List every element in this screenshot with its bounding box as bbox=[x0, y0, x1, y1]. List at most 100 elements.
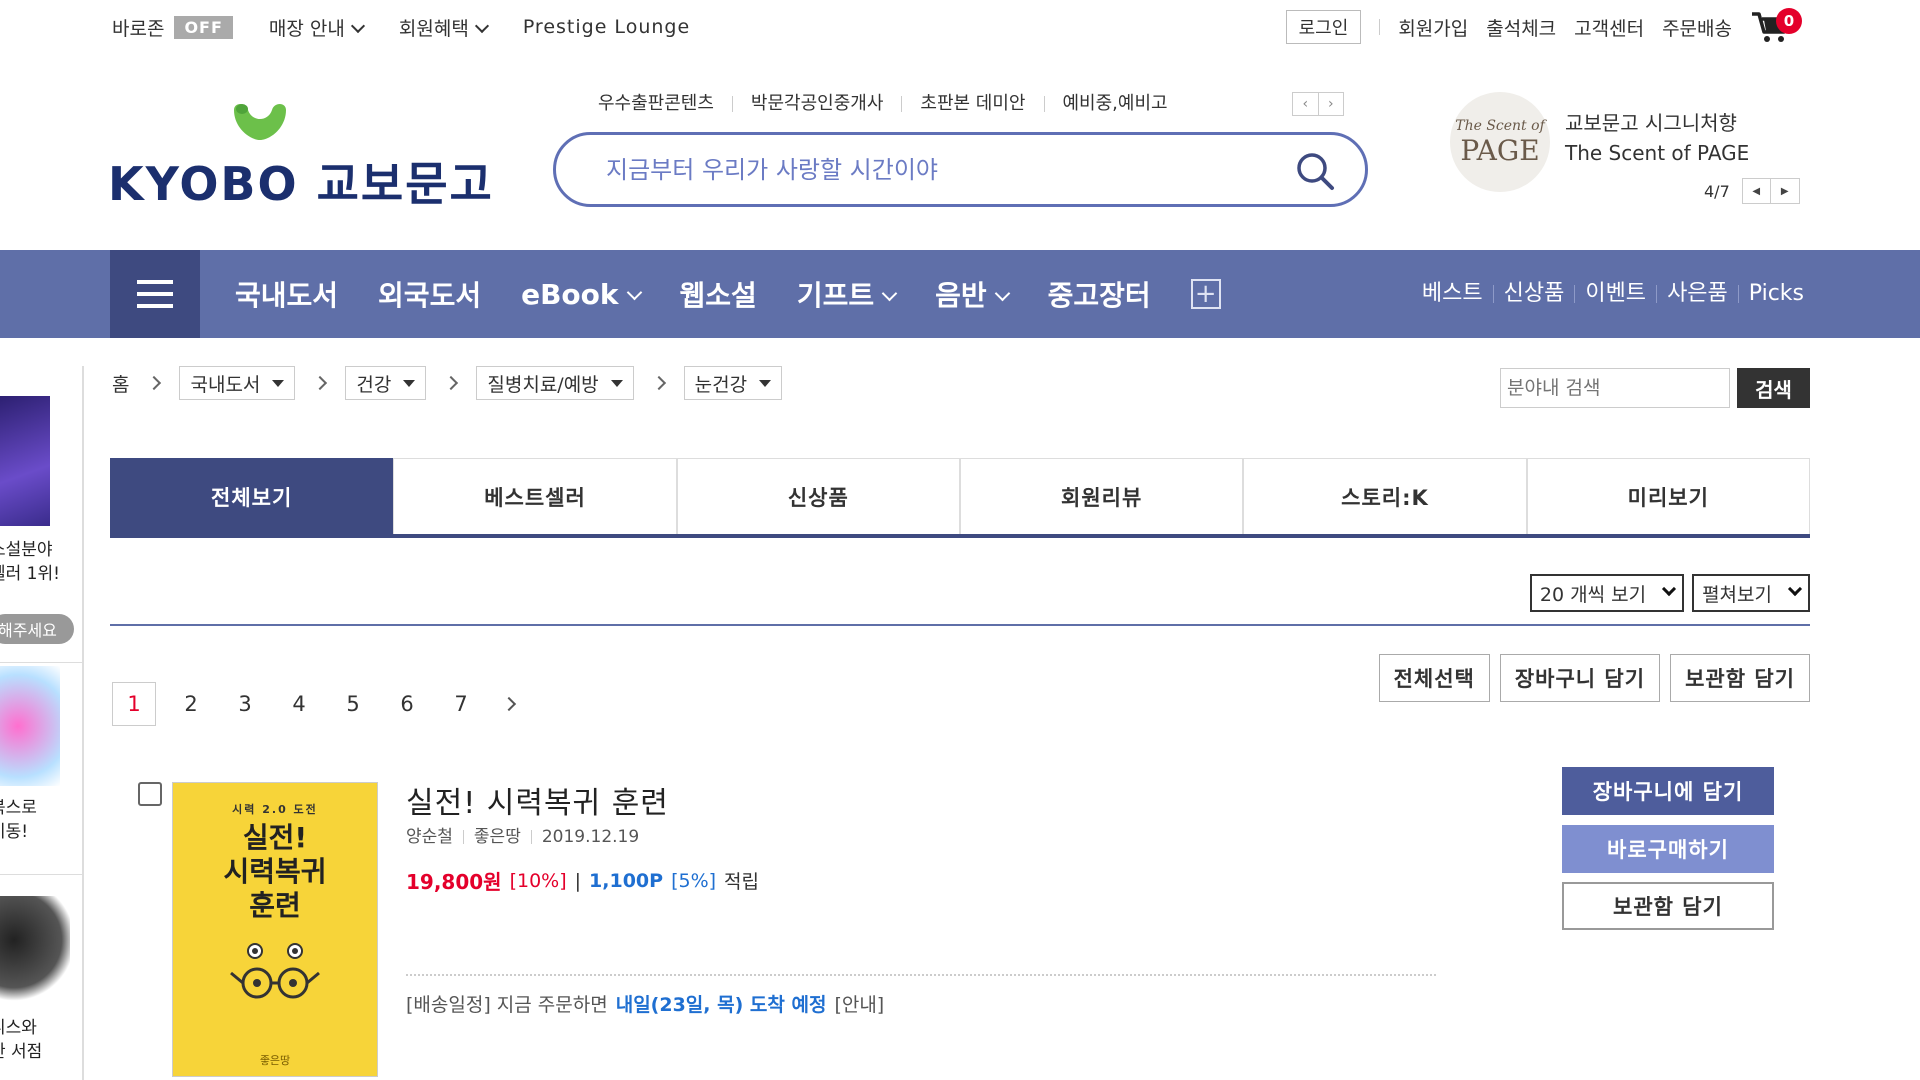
tab-story[interactable]: 스토리:K bbox=[1243, 458, 1527, 534]
tab-review[interactable]: 회원리뷰 bbox=[959, 458, 1244, 534]
breadcrumb-select-level2[interactable]: 건강 bbox=[345, 366, 427, 400]
page-link[interactable]: 6 bbox=[380, 682, 434, 726]
prestige-lounge-link[interactable]: Prestige Lounge bbox=[523, 16, 690, 38]
banner-image-tablet[interactable] bbox=[0, 896, 70, 1006]
delivery-guide-link[interactable]: [안내] bbox=[834, 990, 884, 1017]
plus-box-icon[interactable]: + bbox=[1190, 279, 1221, 309]
view-mode-select[interactable]: 펼쳐보기 bbox=[1692, 574, 1810, 612]
signup-link[interactable]: 회원가입 bbox=[1398, 14, 1468, 41]
add-to-keep-button[interactable]: 보관함 담기 bbox=[1562, 882, 1774, 930]
product-date: 2019.12.19 bbox=[541, 827, 640, 847]
product-author[interactable]: 양순철 bbox=[406, 829, 464, 846]
nav-sub-gifts[interactable]: 사은품 bbox=[1657, 283, 1739, 305]
sub-nav-items: 베스트 신상품 이벤트 사은품 Picks bbox=[1412, 250, 1804, 338]
select-all-button[interactable]: 전체선택 bbox=[1378, 654, 1490, 702]
nav-sub-best[interactable]: 베스트 bbox=[1412, 283, 1494, 305]
nav-item-ebook[interactable]: eBook bbox=[521, 278, 639, 311]
triangle-left-icon[interactable]: ◀ bbox=[1743, 179, 1771, 203]
breadcrumb-home[interactable]: 홈 bbox=[112, 370, 129, 397]
member-benefit-menu[interactable]: 회원혜택 bbox=[399, 14, 487, 41]
nav-item-foreign-books[interactable]: 외국도서 bbox=[378, 274, 481, 314]
product-publisher[interactable]: 좋은땅 bbox=[464, 829, 532, 846]
cart-button[interactable]: 0 bbox=[1750, 8, 1802, 44]
add-to-cart-bulk-button[interactable]: 장바구니 담기 bbox=[1499, 654, 1661, 702]
chevron-right-icon bbox=[147, 375, 162, 391]
view-options: 20 개씩 보기 펼쳐보기 bbox=[1529, 574, 1810, 612]
separator: | bbox=[574, 869, 582, 892]
chevron-right-icon[interactable]: › bbox=[1319, 93, 1344, 115]
chevron-left-icon[interactable]: ‹ bbox=[1293, 93, 1319, 115]
nav-item-domestic-books[interactable]: 국내도서 bbox=[235, 274, 338, 314]
buy-now-button[interactable]: 바로구매하기 bbox=[1562, 825, 1774, 873]
category-search-button[interactable]: 검색 bbox=[1737, 368, 1810, 408]
search-icon[interactable] bbox=[1295, 151, 1335, 191]
product-cover-image[interactable]: 시력 2.0 도전 실전! 시력복귀 훈련 좋은땅 bbox=[172, 782, 378, 1077]
nav-item-gift[interactable]: 기프트 bbox=[797, 274, 895, 314]
hot-links: 우수출판콘텐츠 박문각공인중개사 초판본 데미안 예비중,예비고 bbox=[598, 90, 1186, 118]
tab-bestseller[interactable]: 베스트셀러 bbox=[393, 458, 677, 534]
divider bbox=[1379, 19, 1381, 35]
delivery-date: 내일(23일, 목) 도착 예정 bbox=[615, 994, 827, 1016]
product-checkbox[interactable] bbox=[138, 782, 162, 806]
category-search-input[interactable] bbox=[1500, 368, 1730, 408]
page-link[interactable]: 2 bbox=[164, 682, 218, 726]
hot-link[interactable]: 우수출판콘텐츠 bbox=[598, 95, 733, 113]
promo-title: 교보문고 시그니처향 bbox=[1565, 111, 1737, 135]
add-to-cart-button[interactable]: 장바구니에 담기 bbox=[1562, 767, 1774, 815]
hot-link[interactable]: 예비중,예비고 bbox=[1045, 95, 1186, 113]
barozone-toggle[interactable]: 바로존 OFF bbox=[112, 14, 233, 41]
tab-preview[interactable]: 미리보기 bbox=[1526, 458, 1810, 534]
attendance-link[interactable]: 출석체크 bbox=[1486, 14, 1556, 41]
breadcrumb-select-level3[interactable]: 질병치료/예방 bbox=[476, 366, 634, 400]
banner-image-book[interactable] bbox=[0, 396, 50, 526]
leaf-icon bbox=[234, 104, 286, 140]
customer-center-link[interactable]: 고객센터 bbox=[1574, 14, 1644, 41]
promo-page-indicator: 4/7 bbox=[1704, 181, 1730, 201]
login-button[interactable]: 로그인 bbox=[1285, 10, 1362, 44]
promo-circle-line2: PAGE bbox=[1460, 133, 1540, 167]
add-to-keep-bulk-button[interactable]: 보관함 담기 bbox=[1670, 654, 1810, 702]
top-utility-left: 바로존 OFF 매장 안내 회원혜택 Prestige Lounge bbox=[112, 10, 690, 44]
nav-item-used-market[interactable]: 중고장터 bbox=[1048, 274, 1151, 314]
banner-text-2[interactable]: 북스로 이동! bbox=[0, 796, 82, 844]
banner-text-3[interactable]: 니스와 한 서점 bbox=[0, 1016, 82, 1064]
kyobo-logo[interactable]: KYOBO 교보문고 bbox=[108, 100, 492, 211]
hot-link[interactable]: 초판본 데미안 bbox=[902, 95, 1045, 113]
promo-banner[interactable]: 교보문고 시그니처향 The Scent of PAGE bbox=[1565, 108, 1749, 168]
chevron-right-icon bbox=[651, 375, 666, 391]
hot-link[interactable]: 박문각공인중개사 bbox=[733, 95, 903, 113]
chevron-right-icon[interactable] bbox=[501, 696, 517, 712]
hamburger-menu-icon[interactable] bbox=[110, 250, 200, 338]
sale-price: 19,800원 bbox=[406, 870, 502, 894]
banner-image-gift[interactable] bbox=[0, 666, 60, 786]
nav-item-web-novel[interactable]: 웹소설 bbox=[680, 274, 757, 314]
nav-sub-new[interactable]: 신상품 bbox=[1494, 283, 1576, 305]
nav-sub-event[interactable]: 이벤트 bbox=[1575, 283, 1658, 305]
triangle-right-icon[interactable]: ▶ bbox=[1771, 179, 1799, 203]
divider bbox=[0, 662, 82, 663]
banner-pill-button[interactable]: 해주세요 bbox=[0, 614, 74, 644]
tab-all[interactable]: 전체보기 bbox=[110, 458, 394, 534]
breadcrumb-select-level1[interactable]: 국내도서 bbox=[179, 366, 296, 400]
list-actions: 전체선택 장바구니 담기 보관함 담기 bbox=[1378, 654, 1810, 702]
page-link[interactable]: 4 bbox=[272, 682, 326, 726]
tab-new[interactable]: 신상품 bbox=[676, 458, 960, 534]
reward-points: 1,100P bbox=[589, 869, 664, 892]
chevron-down-icon bbox=[1662, 581, 1677, 597]
banner-text-1[interactable]: 소설분야 셀러 1위! bbox=[0, 538, 82, 586]
per-page-select[interactable]: 20 개씩 보기 bbox=[1529, 574, 1685, 612]
page-current[interactable]: 1 bbox=[112, 682, 156, 726]
point-suffix: 적립 bbox=[724, 871, 760, 893]
order-delivery-link[interactable]: 주문배송 bbox=[1662, 14, 1732, 41]
nav-item-music[interactable]: 음반 bbox=[935, 274, 1008, 314]
left-floating-banners: 소설분야 셀러 1위! 해주세요 북스로 이동! 니스와 한 서점 bbox=[0, 366, 84, 1080]
page-link[interactable]: 7 bbox=[434, 682, 488, 726]
page-link[interactable]: 3 bbox=[218, 682, 272, 726]
breadcrumb-select-level4[interactable]: 눈건강 bbox=[683, 366, 783, 400]
main-search-input[interactable] bbox=[606, 151, 1246, 189]
nav-sub-picks[interactable]: Picks bbox=[1739, 283, 1804, 305]
page-link[interactable]: 5 bbox=[326, 682, 380, 726]
store-info-menu[interactable]: 매장 안내 bbox=[269, 14, 363, 41]
product-title[interactable]: 실전! 시력복귀 훈련 bbox=[406, 778, 669, 822]
scent-of-page-logo[interactable]: The Scent of PAGE bbox=[1450, 92, 1550, 192]
